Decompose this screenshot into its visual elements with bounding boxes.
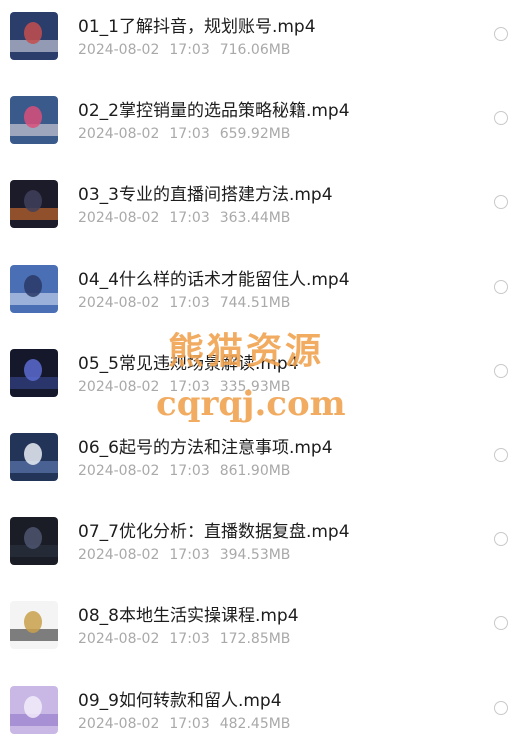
file-row[interactable]: 08_8本地生活实操课程.mp4 2024-08-02 17:03 172.85MB	[0, 589, 514, 673]
file-time: 17:03	[169, 210, 210, 227]
select-radio[interactable]	[494, 111, 508, 126]
file-row[interactable]: 06_6起号的方法和注意事项.mp4 2024-08-02 17:03 861.90M…	[0, 421, 514, 505]
watermark-title: 熊猫资源	[168, 330, 325, 372]
video-thumbnail	[10, 180, 58, 229]
file-name: 08_8本地生活实操课程.mp4	[78, 606, 299, 627]
file-name: 06_6起号的方法和注意事项.mp4	[78, 438, 333, 458]
file-name: 07_7优化分析：直播数据复盘.mp4	[78, 522, 350, 543]
file-row[interactable]: 09_9如何转款和留人.mp4 2024-08-02 17:03 482.45MB	[0, 674, 514, 738]
file-name: 02_2掌控销量的选品策略秘籍.mp4	[78, 101, 350, 122]
file-date: 2024-08-02	[78, 463, 160, 479]
file-meta: 2024-08-02 17:03 744.51MB	[78, 295, 300, 311]
file-time: 17:03	[169, 631, 210, 648]
video-thumbnail	[10, 601, 58, 650]
file-time: 17:03	[169, 463, 210, 479]
file-time: 17:03	[169, 294, 210, 311]
file-row[interactable]: 01_1了解抖音，规划账号.mp4 2024-08-02 17:03 716.06MB	[0, 0, 514, 84]
file-row[interactable]: 02_2掌控销量的选品策略秘籍.mp4 2024-08-02 17:03 659.92…	[0, 84, 514, 168]
file-date: 2024-08-02	[78, 126, 160, 143]
file-size: 659.92MB	[219, 126, 291, 143]
file-size: 363.44MB	[219, 210, 291, 227]
file-name: 01_1了解抖音，规划账号.mp4	[78, 17, 316, 37]
file-name: 09_9如何转款和留人.mp4	[78, 690, 282, 711]
video-thumbnail	[10, 96, 58, 145]
select-radio[interactable]	[494, 616, 508, 631]
select-radio[interactable]	[494, 363, 508, 378]
video-thumbnail	[10, 264, 58, 313]
select-radio[interactable]	[494, 448, 508, 462]
file-time: 17:03	[169, 715, 210, 732]
file-size: 716.06MB	[219, 42, 291, 58]
file-time: 17:03	[169, 547, 210, 564]
select-radio[interactable]	[494, 27, 508, 41]
file-name: 03_3专业的直播间搭建方法.mp4	[78, 185, 333, 206]
file-row[interactable]: 07_7优化分析：直播数据复盘.mp4 2024-08-02 17:03 394.53…	[0, 505, 514, 589]
select-radio[interactable]	[494, 700, 508, 715]
file-size: 172.85MB	[219, 631, 291, 648]
select-radio[interactable]	[494, 279, 508, 294]
file-size: 861.90MB	[219, 463, 291, 479]
file-size: 482.45MB	[219, 715, 291, 732]
file-meta: 2024-08-02 17:03 659.92MB	[78, 126, 300, 142]
video-thumbnail	[10, 433, 58, 481]
file-meta: 2024-08-02 17:03 394.53MB	[78, 547, 300, 563]
video-thumbnail	[10, 12, 58, 60]
file-date: 2024-08-02	[78, 210, 160, 227]
file-meta: 2024-08-02 17:03 482.45MB	[78, 716, 300, 732]
file-date: 2024-08-02	[78, 715, 160, 732]
file-meta: 2024-08-02 17:03 861.90MB	[78, 463, 300, 479]
file-size: 394.53MB	[219, 547, 291, 564]
file-meta: 2024-08-02 17:03 363.44MB	[78, 210, 300, 226]
file-date: 2024-08-02	[78, 378, 160, 395]
file-row[interactable]: 03_3专业的直播间搭建方法.mp4 2024-08-02 17:03 363.44M…	[0, 168, 514, 252]
video-thumbnail	[10, 517, 58, 566]
file-date: 2024-08-02	[78, 547, 160, 564]
select-radio[interactable]	[494, 532, 508, 547]
file-date: 2024-08-02	[78, 42, 160, 58]
video-thumbnail	[10, 685, 58, 734]
file-time: 17:03	[169, 126, 210, 143]
select-radio[interactable]	[494, 195, 508, 210]
file-time: 17:03	[169, 42, 210, 58]
file-date: 2024-08-02	[78, 294, 160, 311]
file-meta: 2024-08-02 17:03 172.85MB	[78, 631, 300, 647]
video-thumbnail	[10, 348, 58, 397]
watermark-url: cqrqj.com	[156, 384, 346, 424]
file-date: 2024-08-02	[78, 631, 160, 648]
file-meta: 2024-08-02 17:03 716.06MB	[78, 42, 300, 58]
file-size: 744.51MB	[219, 294, 291, 311]
file-name: 04_4什么样的话术才能留住人.mp4	[78, 269, 350, 290]
